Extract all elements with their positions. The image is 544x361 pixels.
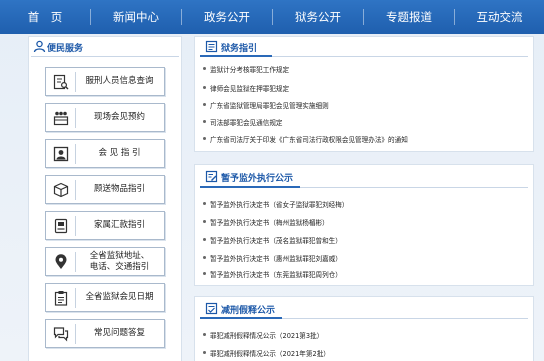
section-title: 暂予监外执行公示 xyxy=(221,174,294,184)
service-label: 全省监狱地址、 电话、交通指引 xyxy=(89,250,150,272)
service-label: 家属汇款指引 xyxy=(93,220,145,230)
list-item-link[interactable]: 暂予监外执行决定书（惠州监狱罪犯刘嘉威） xyxy=(210,253,342,263)
sidebar-title: 便民服务 xyxy=(47,44,84,54)
user-icon xyxy=(33,40,46,53)
service-label: 现场会见预约 xyxy=(93,112,145,122)
document-edit-icon xyxy=(205,170,218,183)
list-item-link[interactable]: 暂予监外执行决定书（茂名监狱罪犯曾和生） xyxy=(210,235,342,245)
button-divider xyxy=(75,216,76,236)
list-item-link[interactable]: 暂予监外执行决定书（梅州监狱杨楣彬） xyxy=(210,217,329,227)
list-item-link[interactable]: 律师会见监狱在押罪犯规定 xyxy=(210,83,289,93)
bullet-dot xyxy=(203,202,206,205)
document-icon xyxy=(205,40,218,53)
portrait-icon xyxy=(53,146,69,162)
list-item-link[interactable]: 广东省司法厅关于印发《广东省司法行政权限会见管理办法》的通知 xyxy=(210,134,408,144)
button-divider xyxy=(75,144,76,164)
bullet-dot xyxy=(203,256,206,259)
section-title: 狱务指引 xyxy=(221,44,258,54)
clipboard-icon xyxy=(54,291,68,306)
button-divider xyxy=(75,72,76,92)
chat-bubbles-icon xyxy=(53,327,69,342)
bullet-dot xyxy=(203,238,206,241)
section-divider-accent xyxy=(200,186,300,188)
service-label: 全省监狱会见日期 xyxy=(85,292,154,302)
top-nav: 首 页 新闻中心 政务公开 狱务公开 专题报道 互动交流 xyxy=(0,0,544,34)
person-search-icon xyxy=(53,74,69,90)
section-title: 减刑假释公示 xyxy=(221,306,276,316)
people-calendar-icon xyxy=(53,111,69,126)
list-item-link[interactable]: 监狱计分考核罪犯工作规定 xyxy=(210,64,289,74)
list-item-link[interactable]: 广东省监狱管理局罪犯会见管理实施细则 xyxy=(210,100,329,110)
bullet-dot xyxy=(203,351,206,354)
nav-item-interaction[interactable]: 互动交流 xyxy=(455,0,544,34)
nav-item-home[interactable]: 首 页 xyxy=(0,0,90,34)
bullet-dot xyxy=(203,103,206,106)
list-item-link[interactable]: 罪犯减刑假释情况公示（2021年第2批） xyxy=(210,348,330,358)
section-divider-accent xyxy=(200,317,282,319)
service-button-visit-dates[interactable]: 全省监狱会见日期 xyxy=(45,283,165,312)
sidebar-divider xyxy=(31,56,179,57)
service-label: 服刑人员信息查询 xyxy=(85,76,154,86)
list-item-link[interactable]: 司法部罪犯会见通信规定 xyxy=(210,117,283,127)
bullet-dot xyxy=(203,86,206,89)
document-check-icon xyxy=(205,302,218,315)
service-button-visit-guide[interactable]: 会 见 指 引 xyxy=(45,139,165,168)
service-button-onsite-visit-booking[interactable]: 现场会见预约 xyxy=(45,103,165,132)
button-divider xyxy=(75,108,76,128)
nav-item-government-affairs[interactable]: 政务公开 xyxy=(182,0,272,34)
service-button-inmate-info-query[interactable]: 服刑人员信息查询 xyxy=(45,67,165,96)
location-pin-icon xyxy=(55,254,67,269)
service-button-prison-address-guide[interactable]: 全省监狱地址、 电话、交通指引 xyxy=(45,247,165,276)
button-divider xyxy=(75,324,76,344)
list-item-link[interactable]: 罪犯减刑假释情况公示（2021第3批） xyxy=(210,330,323,340)
service-label: 常见问题答复 xyxy=(93,328,145,338)
service-label: 顾送物品指引 xyxy=(93,184,145,194)
bullet-dot xyxy=(203,220,206,223)
nav-item-special-reports[interactable]: 专题报道 xyxy=(364,0,454,34)
bullet-dot xyxy=(203,333,206,336)
button-divider xyxy=(75,288,76,308)
bullet-dot xyxy=(203,67,206,70)
service-button-family-remittance-guide[interactable]: 家属汇款指引 xyxy=(45,211,165,240)
bullet-dot xyxy=(203,272,206,275)
service-button-delivered-items-guide[interactable]: 顾送物品指引 xyxy=(45,175,165,204)
bullet-dot xyxy=(203,137,206,140)
service-button-faq[interactable]: 常见问题答复 xyxy=(45,319,165,348)
bank-card-icon xyxy=(54,218,68,234)
nav-item-prison-affairs[interactable]: 狱务公开 xyxy=(273,0,363,34)
bullet-dot xyxy=(203,120,206,123)
list-item-link[interactable]: 暂予监外执行决定书（省女子监狱罪犯刘经梅） xyxy=(210,199,348,209)
nav-item-news[interactable]: 新闻中心 xyxy=(91,0,181,34)
service-label: 会 见 指 引 xyxy=(98,148,141,158)
list-item-link[interactable]: 暂予监外执行决定书（东莞监狱罪犯周列仓） xyxy=(210,269,342,279)
button-divider xyxy=(75,180,76,200)
package-icon xyxy=(53,182,69,198)
button-divider xyxy=(75,252,76,272)
section-divider-accent xyxy=(200,55,272,57)
